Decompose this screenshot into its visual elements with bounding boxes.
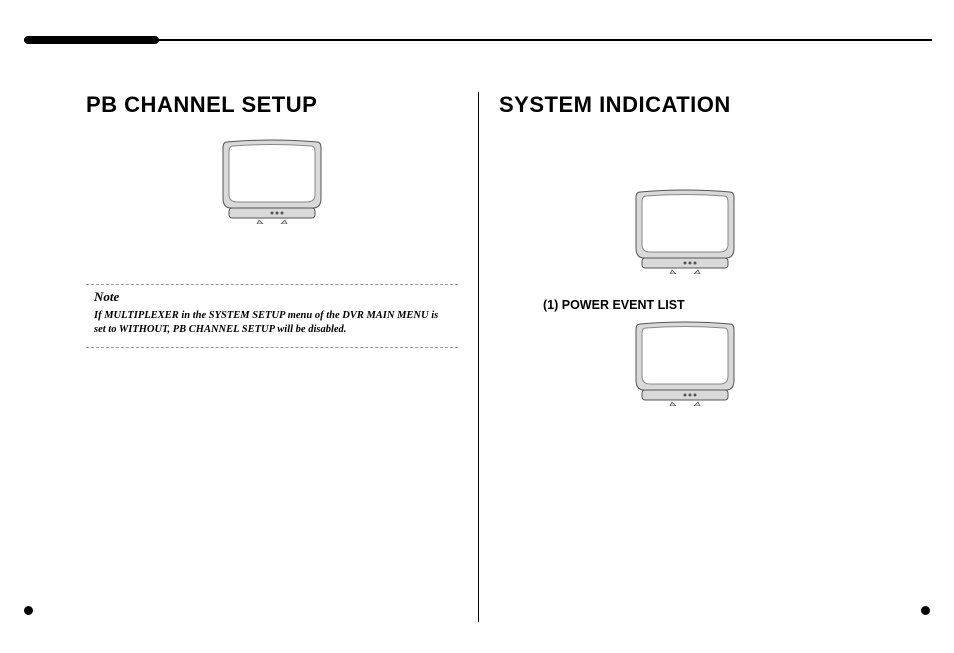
page-marker-dot-right <box>921 606 930 615</box>
page-marker-dot-left <box>24 606 33 615</box>
right-section-title: SYSTEM INDICATION <box>499 92 870 118</box>
monitor-illustration-left <box>86 138 458 224</box>
monitor-illustration-right-top <box>499 188 870 274</box>
crt-monitor-icon <box>632 188 738 274</box>
content-columns: PB CHANNEL SETUP Note If MULTIPLEXER in … <box>24 92 932 622</box>
crt-monitor-icon <box>632 320 738 406</box>
note-box: Note If MULTIPLEXER in the SYSTEM SETUP … <box>86 284 458 348</box>
monitor-illustration-right-bottom <box>499 320 870 406</box>
note-label: Note <box>94 289 450 305</box>
left-section-title: PB CHANNEL SETUP <box>86 92 458 118</box>
header-rule <box>24 39 932 41</box>
note-text: If MULTIPLEXER in the SYSTEM SETUP menu … <box>94 309 450 337</box>
crt-monitor-icon <box>219 138 325 224</box>
left-column: PB CHANNEL SETUP Note If MULTIPLEXER in … <box>24 92 478 622</box>
subsection-power-event-list: (1) POWER EVENT LIST <box>543 298 870 312</box>
right-column: SYSTEM INDICATION (1) POWER EVENT LIST <box>478 92 932 622</box>
